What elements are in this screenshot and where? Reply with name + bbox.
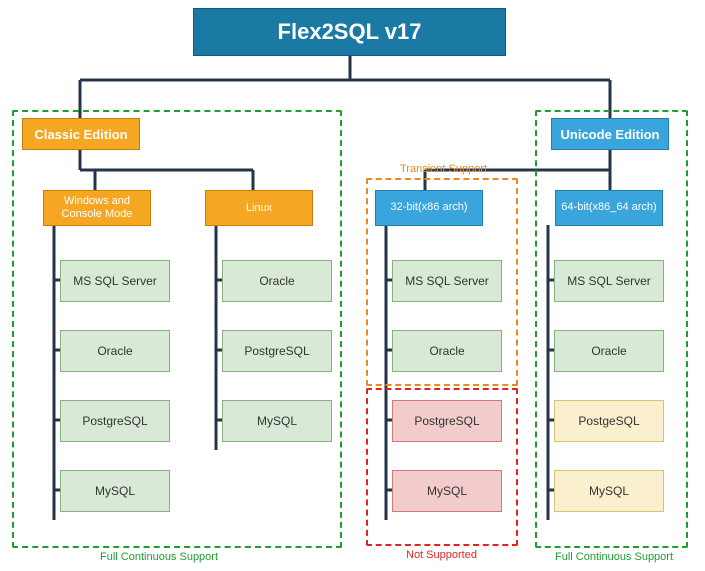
- db-node: MS SQL Server: [392, 260, 502, 302]
- classic-edition-node: Classic Edition: [22, 118, 140, 150]
- zone-full-left-label: Full Continuous Support: [100, 551, 218, 563]
- db-node-unsupported: PostgreSQL: [392, 400, 502, 442]
- db-node: MySQL: [222, 400, 332, 442]
- x86-node: 32-bit (x86 arch): [375, 190, 483, 226]
- x64-line1: 64-bit: [561, 201, 589, 214]
- db-node: MS SQL Server: [60, 260, 170, 302]
- db-node: MS SQL Server: [554, 260, 664, 302]
- x64-line2: (x86_64 arch): [589, 201, 657, 214]
- unicode-edition-node: Unicode Edition: [551, 118, 669, 150]
- x86-line2: (x86 arch): [418, 201, 468, 214]
- db-node: PostgeSQL: [554, 400, 664, 442]
- db-node: Oracle: [392, 330, 502, 372]
- x64-node: 64-bit (x86_64 arch): [555, 190, 663, 226]
- db-node: Oracle: [60, 330, 170, 372]
- zone-transient-label: Transient Support: [400, 163, 487, 175]
- root-node: Flex2SQL v17: [193, 8, 506, 56]
- db-node: PostgreSQL: [60, 400, 170, 442]
- db-node-unsupported: MySQL: [392, 470, 502, 512]
- db-node: PostgreSQL: [222, 330, 332, 372]
- linux-node: Linux: [205, 190, 313, 226]
- x86-line1: 32-bit: [390, 201, 418, 214]
- db-node: Oracle: [222, 260, 332, 302]
- zone-full-right-label: Full Continuous Support: [555, 551, 673, 563]
- db-node: Oracle: [554, 330, 664, 372]
- windows-node: Windows and Console Mode: [43, 190, 151, 226]
- db-node: MySQL: [554, 470, 664, 512]
- db-node: MySQL: [60, 470, 170, 512]
- zone-not-supported-label: Not Supported: [406, 549, 477, 561]
